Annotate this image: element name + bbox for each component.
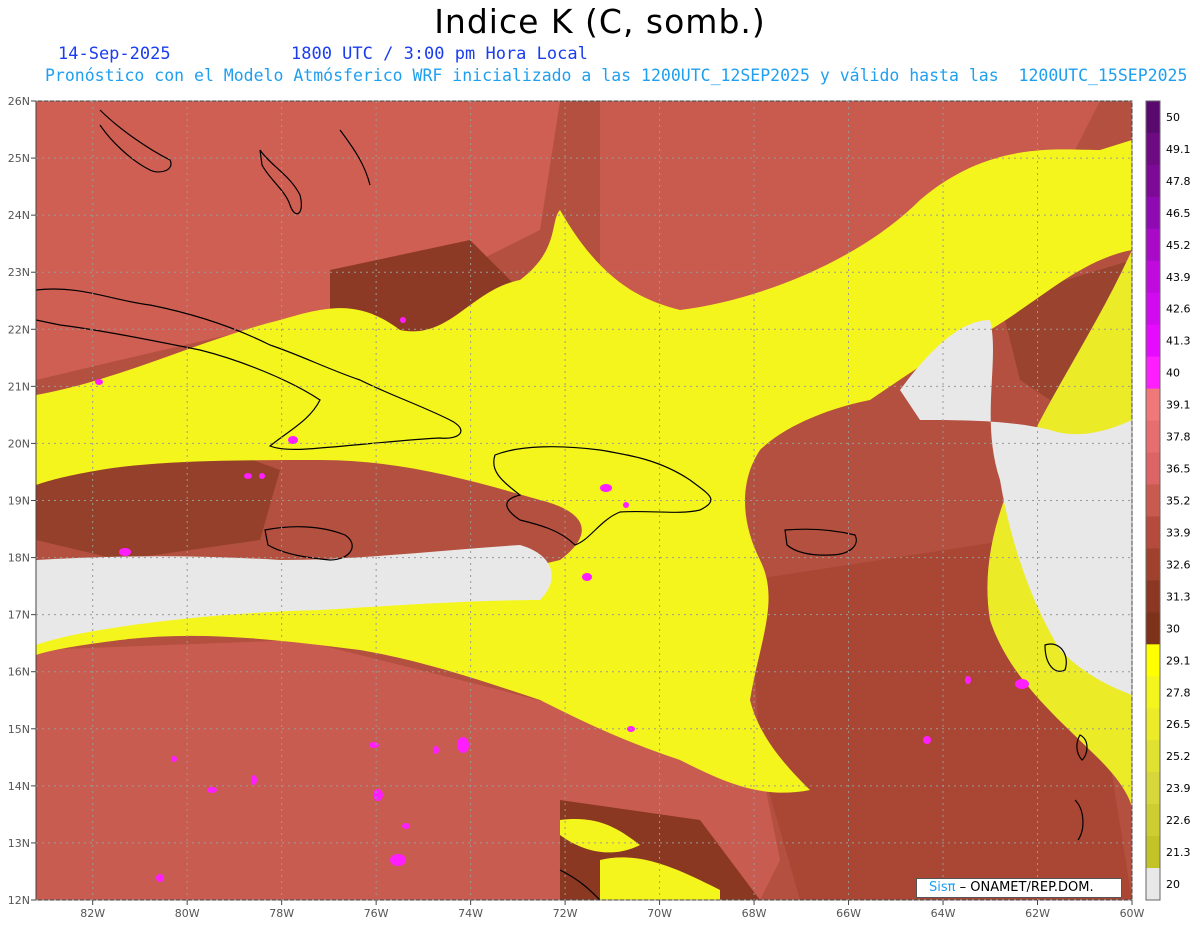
lon-label: 82W (80, 907, 105, 920)
credit-sis: Sisπ (929, 880, 956, 895)
legend-swatch (1146, 772, 1160, 805)
lat-label: 24N (8, 209, 30, 222)
lon-label: 70W (647, 907, 672, 920)
credit-org: ONAMET/REP.DOM. (970, 880, 1094, 895)
legend-label: 40 (1166, 367, 1180, 380)
legend-swatch (1146, 388, 1160, 422)
legend-colorbar (1145, 100, 1161, 901)
lon-label: 72W (553, 907, 578, 920)
legend-label: 30 (1166, 622, 1180, 635)
legend-label: 33.9 (1166, 526, 1191, 539)
legend-label: 23.9 (1166, 782, 1191, 795)
legend-swatch (1146, 836, 1160, 869)
lon-label: 76W (364, 907, 389, 920)
legend-swatch (1146, 324, 1160, 358)
legend-swatch (1146, 612, 1160, 645)
legend-swatch (1146, 740, 1160, 773)
longitude-labels: 82W 80W 78W 76W 74W 72W 70W 68W 66W 64W 62W 60W (80, 907, 1144, 920)
latitude-labels: 26N 25N 24N 23N 22N 21N 20N 19N 18N 17N 16N 15N 14N 1… (8, 95, 30, 907)
legend-label: 36.5 (1166, 463, 1191, 476)
legend-label: 29.1 (1166, 654, 1191, 667)
lat-label: 25N (8, 152, 30, 165)
legend-swatch (1146, 196, 1160, 230)
legend-swatch (1146, 644, 1160, 677)
legend-swatch (1146, 420, 1160, 454)
lat-label: 15N (8, 723, 30, 736)
lon-label: 80W (175, 907, 200, 920)
lon-label: 66W (836, 907, 861, 920)
lat-label: 13N (8, 837, 30, 850)
legend-swatch (1146, 164, 1160, 198)
lat-label: 23N (8, 266, 30, 279)
legend-label: 41.3 (1166, 335, 1191, 348)
lon-label: 68W (742, 907, 767, 920)
lon-label: 74W (458, 907, 483, 920)
lat-label: 12N (8, 894, 30, 907)
legend-label: 47.8 (1166, 175, 1191, 188)
legend-labels: 50 49.1 47.8 46.5 45.2 43.9 42.6 41.3 40 39.1 37.8… (1166, 111, 1191, 891)
legend-label: 45.2 (1166, 239, 1191, 252)
legend-swatch (1146, 676, 1160, 709)
legend-label: 22.6 (1166, 814, 1191, 827)
lon-label: 78W (269, 907, 294, 920)
legend-label: 31.3 (1166, 590, 1191, 603)
lat-label: 17N (8, 609, 30, 622)
lat-label: 26N (8, 95, 30, 108)
legend-swatch (1146, 516, 1160, 549)
legend-swatch (1146, 228, 1160, 262)
legend-label: 39.1 (1166, 399, 1191, 412)
legend-swatch (1146, 484, 1160, 517)
legend-label: 35.2 (1166, 495, 1191, 508)
legend-swatch (1146, 708, 1160, 741)
legend-label: 49.1 (1166, 143, 1191, 156)
lat-label: 22N (8, 323, 30, 336)
lat-label: 19N (8, 495, 30, 508)
lat-label: 21N (8, 380, 30, 393)
legend-swatch (1146, 804, 1160, 837)
legend-label: 50 (1166, 111, 1180, 124)
legend-label: 42.6 (1166, 303, 1191, 316)
legend-swatch (1146, 132, 1160, 166)
lat-label: 20N (8, 437, 30, 450)
legend-swatch (1146, 580, 1160, 613)
lat-label: 18N (8, 552, 30, 565)
legend-swatch (1146, 868, 1160, 901)
legend-swatch (1146, 356, 1160, 390)
legend-swatch (1146, 260, 1160, 294)
lon-label: 64W (931, 907, 956, 920)
legend-label: 26.5 (1166, 718, 1191, 731)
legend-swatch (1146, 548, 1160, 581)
legend-label: 43.9 (1166, 271, 1191, 284)
legend-label: 27.8 (1166, 686, 1191, 699)
legend-label: 25.2 (1166, 750, 1191, 763)
lat-label: 16N (8, 666, 30, 679)
legend-label: 46.5 (1166, 207, 1191, 220)
weather-map: 26N 25N 24N 23N 22N 21N 20N 19N 18N 17N 16N 15N 14N 1… (8, 95, 1191, 920)
legend-swatch (1146, 292, 1160, 326)
legend-label: 20 (1166, 878, 1180, 891)
lon-label: 62W (1025, 907, 1050, 920)
legend-label: 32.6 (1166, 558, 1191, 571)
legend-swatch (1146, 101, 1160, 134)
credit-box: Sisπ – ONAMET/REP.DOM. (916, 878, 1122, 898)
lat-label: 14N (8, 780, 30, 793)
legend-label: 21.3 (1166, 846, 1191, 859)
legend-label: 37.8 (1166, 431, 1191, 444)
lon-label: 60W (1120, 907, 1145, 920)
legend-swatch (1146, 452, 1160, 486)
